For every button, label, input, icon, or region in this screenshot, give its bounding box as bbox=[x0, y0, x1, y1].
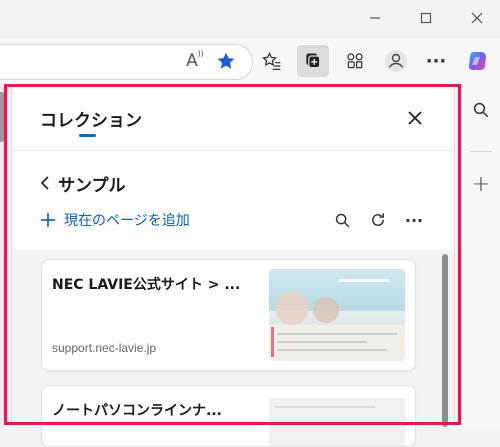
collection-more-button[interactable]: ··· bbox=[402, 208, 426, 232]
back-to-collections-button[interactable]: サンプル bbox=[40, 170, 126, 196]
sidebar-divider bbox=[470, 151, 492, 152]
collection-item-card[interactable]: NEC LAVIE公式サイト > ... support.nec-lavie.j… bbox=[41, 259, 416, 371]
read-aloud-button[interactable]: A)) bbox=[176, 45, 208, 77]
close-panel-button[interactable] bbox=[401, 104, 429, 132]
collections-button[interactable] bbox=[297, 45, 329, 77]
title-underline bbox=[79, 134, 96, 137]
collection-search-button[interactable] bbox=[330, 208, 354, 232]
plus-icon bbox=[41, 213, 55, 227]
plus-icon: + bbox=[471, 171, 491, 197]
collection-name: サンプル bbox=[58, 175, 126, 196]
page-scrollbar[interactable] bbox=[0, 92, 5, 142]
collection-item-card[interactable]: ノートパソコンラインナ... bbox=[41, 385, 416, 447]
panel-title: コレクション bbox=[40, 111, 142, 131]
browser-toolbar: A)) ··· bbox=[0, 38, 500, 84]
minimize-button[interactable] bbox=[352, 0, 398, 36]
add-current-page-button[interactable]: 現在のページを追加 bbox=[40, 208, 190, 232]
close-icon bbox=[408, 111, 422, 125]
minimize-icon bbox=[370, 17, 380, 19]
maximize-icon bbox=[420, 12, 432, 24]
header-divider bbox=[12, 150, 454, 151]
profile-button[interactable] bbox=[380, 45, 412, 77]
maximize-button[interactable] bbox=[403, 0, 449, 36]
refresh-icon bbox=[372, 213, 384, 226]
sidebar-search-button[interactable] bbox=[469, 98, 493, 122]
copilot-button[interactable] bbox=[462, 45, 494, 77]
add-current-page-label: 現在のページを追加 bbox=[64, 213, 190, 229]
favorites-list-icon bbox=[262, 52, 281, 70]
extensions-button[interactable] bbox=[339, 45, 371, 77]
favorite-star-icon bbox=[217, 52, 235, 69]
chevron-left-icon bbox=[40, 176, 49, 190]
search-icon bbox=[473, 102, 489, 118]
item-title: NEC LAVIE公式サイト > ... bbox=[52, 277, 241, 293]
more-icon: ··· bbox=[404, 210, 424, 230]
item-url: support.nec-lavie.jp bbox=[52, 341, 157, 355]
more-icon: ··· bbox=[425, 50, 447, 72]
more-button[interactable]: ··· bbox=[420, 45, 452, 77]
item-thumbnail bbox=[269, 269, 405, 361]
collections-panel: コレクション サンプル 現在のページを追加 ··· NEC LAVIE公式サイト… bbox=[11, 84, 455, 447]
extensions-icon bbox=[347, 53, 363, 69]
close-window-button[interactable] bbox=[454, 0, 500, 36]
search-icon bbox=[335, 213, 349, 227]
collection-refresh-button[interactable] bbox=[366, 208, 390, 232]
read-aloud-icon: A)) bbox=[186, 49, 204, 71]
side-bar: + bbox=[462, 84, 500, 427]
favorite-button[interactable] bbox=[210, 45, 242, 77]
collections-icon bbox=[306, 53, 321, 69]
favorites-list-button[interactable] bbox=[256, 45, 288, 77]
item-thumbnail bbox=[269, 398, 405, 446]
profile-icon bbox=[385, 50, 407, 72]
title-bar bbox=[0, 0, 500, 36]
collection-items-list: NEC LAVIE公式サイト > ... support.nec-lavie.j… bbox=[12, 249, 454, 447]
item-title: ノートパソコンラインナ... bbox=[52, 403, 222, 419]
close-icon bbox=[471, 12, 483, 24]
sidebar-add-button[interactable]: + bbox=[469, 171, 493, 197]
copilot-icon bbox=[468, 52, 486, 70]
collection-scrollbar[interactable] bbox=[442, 254, 448, 427]
